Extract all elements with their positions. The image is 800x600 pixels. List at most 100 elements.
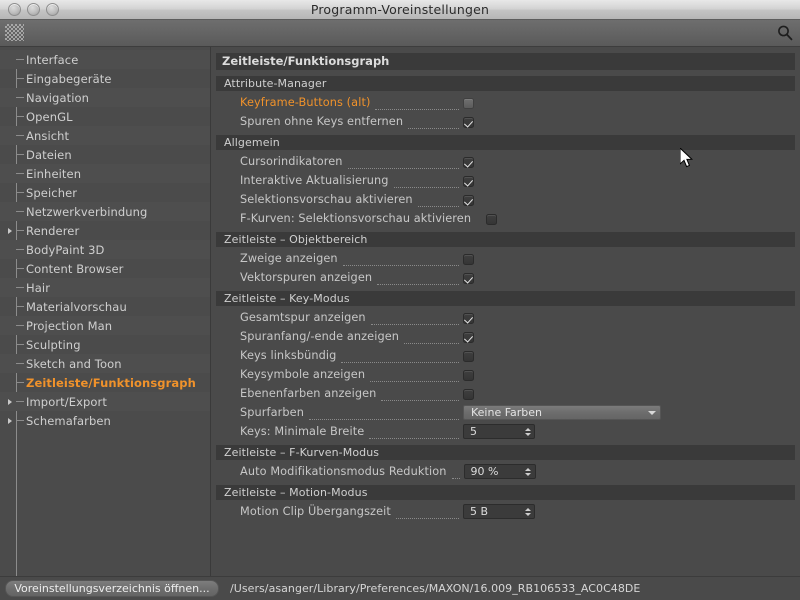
tree-branch-icon — [16, 420, 24, 421]
stepper-arrows-icon[interactable] — [524, 506, 531, 517]
checkbox[interactable] — [463, 389, 474, 400]
toolbar — [0, 20, 800, 47]
setting-row[interactable]: Spuranfang/-ende anzeigen — [216, 327, 795, 346]
sidebar-item-label: Sketch and Toon — [26, 357, 122, 371]
sidebar-item-import-export[interactable]: Import/Export — [0, 392, 210, 411]
checkbox[interactable] — [463, 351, 474, 362]
sidebar-item-sketch-and-toon[interactable]: Sketch and Toon — [0, 354, 210, 373]
setting-row[interactable]: F-Kurven: Selektionsvorschau aktivieren — [216, 209, 795, 228]
sidebar-item-interface[interactable]: Interface — [0, 50, 210, 69]
checkbox[interactable] — [463, 157, 474, 168]
setting-row[interactable]: Interaktive Aktualisierung — [216, 171, 795, 190]
preferences-sidebar[interactable]: Interface Eingabegeräte Navigation OpenGL An… — [0, 47, 211, 596]
search-icon[interactable] — [776, 24, 794, 42]
setting-label: F-Kurven: Selektionsvorschau aktivieren — [240, 212, 471, 225]
dot-leader — [404, 333, 459, 344]
sidebar-item-opengl[interactable]: OpenGL — [0, 107, 210, 126]
checkbox[interactable] — [486, 214, 497, 225]
setting-row[interactable]: Keys linksbündig — [216, 346, 795, 365]
sidebar-item-netzwerkverbindung[interactable]: Netzwerkverbindung — [0, 202, 210, 221]
zoom-button[interactable] — [46, 3, 59, 16]
checkbox[interactable] — [463, 195, 474, 206]
checkbox[interactable] — [463, 254, 474, 265]
setting-row[interactable]: Ebenenfarben anzeigen — [216, 384, 795, 403]
sidebar-item-zeitleiste-funktionsgraph[interactable]: Zeitleiste/Funktionsgraph — [0, 373, 210, 392]
setting-row[interactable]: Spuren ohne Keys entfernen — [216, 112, 795, 131]
sidebar-item-einheiten[interactable]: Einheiten — [0, 164, 210, 183]
setting-control — [463, 193, 474, 206]
setting-row[interactable]: Cursorindikatoren — [216, 152, 795, 171]
number-input[interactable]: 90 % — [464, 464, 536, 479]
stepper-up-icon[interactable] — [525, 428, 531, 431]
tree-branch-icon — [16, 135, 24, 136]
close-button[interactable] — [8, 3, 21, 16]
stepper-arrows-icon[interactable] — [525, 466, 532, 477]
sidebar-item-sculpting[interactable]: Sculpting — [0, 335, 210, 354]
setting-control — [463, 349, 474, 362]
setting-row[interactable]: Gesamtspur anzeigen — [216, 308, 795, 327]
tree-branch-icon — [16, 78, 24, 79]
setting-row[interactable]: Motion Clip Übergangszeit5 B — [216, 502, 795, 521]
stepper-up-icon[interactable] — [525, 468, 531, 471]
dropdown-value: Keine Farben — [471, 406, 542, 419]
stepper-up-icon[interactable] — [525, 508, 531, 511]
checkbox[interactable] — [463, 117, 474, 128]
open-preferences-directory-button[interactable]: Voreinstellungsverzeichnis öffnen... — [5, 580, 219, 597]
stepper-down-icon[interactable] — [525, 433, 531, 436]
sidebar-item-label: Import/Export — [26, 395, 107, 409]
settings-group: Zeitleiste – Key-ModusGesamtspur anzeige… — [216, 291, 795, 441]
sidebar-item-label: Renderer — [26, 224, 79, 238]
sidebar-item-renderer[interactable]: Renderer — [0, 221, 210, 240]
expand-triangle-icon[interactable] — [8, 399, 12, 405]
setting-row[interactable]: Selektionsvorschau aktivieren — [216, 190, 795, 209]
sidebar-item-label: Ansicht — [26, 129, 69, 143]
sidebar-item-label: Navigation — [26, 91, 89, 105]
dot-leader — [371, 314, 459, 325]
sidebar-item-speicher[interactable]: Speicher — [0, 183, 210, 202]
main-area: Interface Eingabegeräte Navigation OpenGL An… — [0, 47, 800, 596]
checkbox[interactable] — [463, 313, 474, 324]
setting-label: Spurfarben — [240, 406, 304, 419]
checkbox[interactable] — [463, 273, 474, 284]
sidebar-item-ansicht[interactable]: Ansicht — [0, 126, 210, 145]
checkbox[interactable] — [463, 98, 474, 109]
sidebar-item-content-browser[interactable]: Content Browser — [0, 259, 210, 278]
setting-row[interactable]: Spurfarben Keine Farben — [216, 403, 795, 422]
sidebar-item-materialvorschau[interactable]: Materialvorschau — [0, 297, 210, 316]
expand-triangle-icon[interactable] — [8, 228, 12, 234]
setting-row[interactable]: Vektorspuren anzeigen — [216, 268, 795, 287]
sidebar-item-eingabegerate[interactable]: Eingabegeräte — [0, 69, 210, 88]
sidebar-item-projection-man[interactable]: Projection Man — [0, 316, 210, 335]
sidebar-item-schemafarben[interactable]: Schemafarben — [0, 411, 210, 430]
setting-label: Vektorspuren anzeigen — [240, 271, 372, 284]
setting-row[interactable]: Keys: Minimale Breite5 — [216, 422, 795, 441]
setting-row[interactable]: Keysymbole anzeigen — [216, 365, 795, 384]
setting-row[interactable]: Zweige anzeigen — [216, 249, 795, 268]
sidebar-item-navigation[interactable]: Navigation — [0, 88, 210, 107]
sidebar-item-dateien[interactable]: Dateien — [0, 145, 210, 164]
expand-triangle-icon[interactable] — [8, 418, 12, 424]
checkbox[interactable] — [463, 176, 474, 187]
chevron-down-icon — [648, 411, 656, 415]
checkbox[interactable] — [463, 332, 474, 343]
stepper-down-icon[interactable] — [525, 513, 531, 516]
number-input[interactable]: 5 — [463, 424, 535, 439]
dot-leader — [396, 508, 459, 519]
sidebar-item-bodypaint-3d[interactable]: BodyPaint 3D — [0, 240, 210, 259]
dropdown-select[interactable]: Keine Farben — [463, 405, 661, 420]
group-header: Zeitleiste – F-Kurven-Modus — [216, 445, 795, 460]
number-input[interactable]: 5 B — [463, 504, 535, 519]
drag-grip-icon[interactable] — [5, 24, 24, 41]
setting-row[interactable]: Keyframe-Buttons (alt) — [216, 93, 795, 112]
stepper-down-icon[interactable] — [525, 473, 531, 476]
checkbox[interactable] — [463, 370, 474, 381]
sidebar-item-label: Interface — [26, 53, 78, 67]
settings-group: Zeitleiste – ObjektbereichZweige anzeige… — [216, 232, 795, 287]
minimize-button[interactable] — [27, 3, 40, 16]
setting-control: 5 — [463, 424, 535, 439]
setting-row[interactable]: Auto Modifikationsmodus Reduktion90 % — [216, 462, 795, 481]
sidebar-item-label: Hair — [26, 281, 50, 295]
sidebar-item-label: Netzwerkverbindung — [26, 205, 147, 219]
sidebar-item-hair[interactable]: Hair — [0, 278, 210, 297]
stepper-arrows-icon[interactable] — [524, 426, 531, 437]
